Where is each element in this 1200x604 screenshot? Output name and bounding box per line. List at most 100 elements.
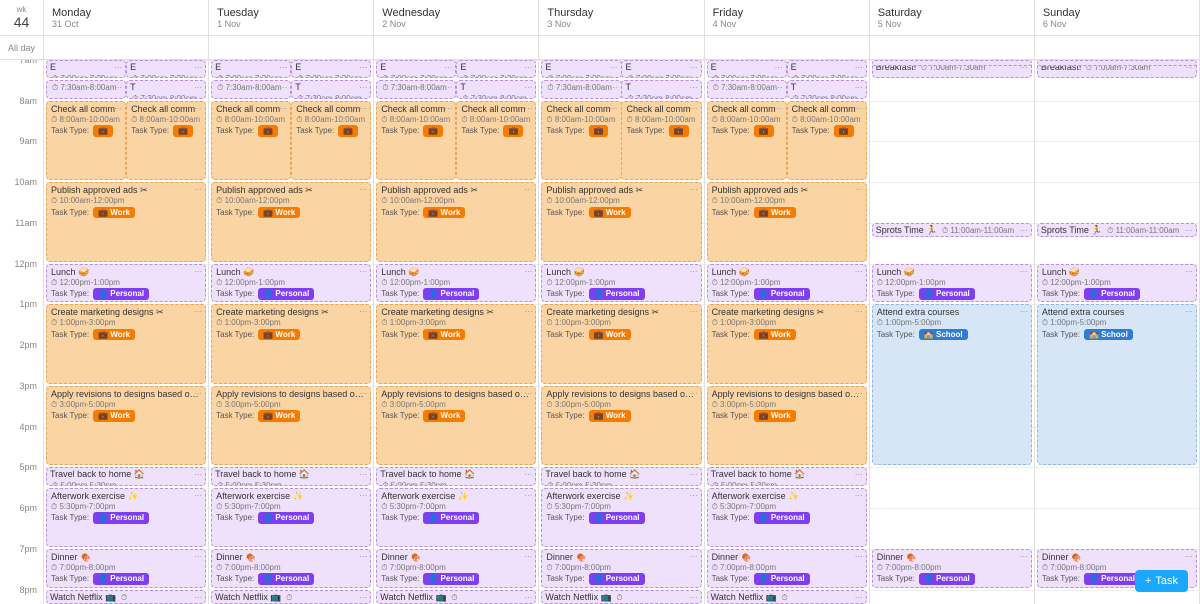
event-menu-icon[interactable]: ⋯ (855, 267, 863, 277)
event-revisions[interactable]: Apply revisions to designs based on f 🍴⏱… (541, 386, 701, 465)
event-revisions[interactable]: Apply revisions to designs based on f 🍴⏱… (211, 386, 371, 465)
event-check-comm[interactable]: Check all comm⏱ 8:00am-10:00amTask Type:… (46, 101, 126, 180)
event-e-right[interactable]: E ⏱ 7:00am-7:30am⋯ (291, 60, 371, 78)
event-menu-icon[interactable]: ⋯ (194, 307, 202, 317)
event-lunch[interactable]: Lunch 🥪⏱ 12:00pm-1:00pmTask Type:👤 Perso… (872, 264, 1032, 303)
event-menu-icon[interactable]: ⋯ (855, 491, 863, 501)
event-netflix[interactable]: Watch Netflix 📺 ⏱ ⋯ (211, 590, 371, 604)
event-e-right[interactable]: E ⏱ 7:00am-7:30am⋯ (621, 60, 701, 78)
event-menu-icon[interactable]: ⋯ (1020, 552, 1028, 562)
event-publish-ads[interactable]: Publish approved ads ✂⏱ 10:00am-12:00pmT… (46, 182, 206, 261)
event-exercise[interactable]: Afterwork exercise ✨⏱ 5:30pm-7:00pmTask … (707, 488, 867, 547)
calendar-grid[interactable]: 7am8am9am10am11am12pm1pm2pm3pm4pm5pm6pm7… (0, 60, 1200, 604)
event-menu-icon[interactable]: ⋯ (194, 389, 202, 399)
event-dinner[interactable]: Dinner 🍖⏱ 7:00pm-8:00pmTask Type:👤 Perso… (376, 549, 536, 588)
event-menu-icon[interactable]: ⋯ (524, 491, 532, 501)
event-menu-icon[interactable]: ⋯ (359, 491, 367, 501)
event-menu-icon[interactable]: ⋯ (1020, 307, 1028, 317)
event-menu-icon[interactable]: ⋯ (359, 389, 367, 399)
event-menu-icon[interactable]: ⋯ (855, 104, 863, 114)
event-sports[interactable]: Sprots Time 🏃 ⏱ 11:00am-11:00am⋯ (872, 223, 1032, 237)
event-t-left[interactable]: ⏱ 7:30am-8:00am⋯ (707, 80, 787, 98)
event-menu-icon[interactable]: ⋯ (690, 83, 698, 93)
event-menu-icon[interactable]: ⋯ (279, 63, 287, 73)
event-menu-icon[interactable]: ⋯ (524, 593, 532, 603)
event-sports[interactable]: Sprots Time 🏃 ⏱ 11:00am-11:00am⋯ (1037, 223, 1197, 237)
event-check-comm[interactable]: Check all comm⏱ 8:00am-10:00amTask Type:… (787, 101, 867, 180)
event-e-right[interactable]: E ⏱ 7:00am-7:30am⋯ (126, 60, 206, 78)
event-t-right[interactable]: T ⏱ 7:30am-8:00am⋯ (787, 80, 867, 98)
event-netflix[interactable]: Watch Netflix 📺 ⏱ ⋯ (376, 590, 536, 604)
event-menu-icon[interactable]: ⋯ (279, 104, 287, 114)
event-lunch[interactable]: Lunch 🥪⏱ 12:00pm-1:00pmTask Type:👤 Perso… (1037, 264, 1197, 303)
event-menu-icon[interactable]: ⋯ (359, 307, 367, 317)
event-marketing[interactable]: Create marketing designs ✂⏱ 1:00pm-3:00p… (211, 304, 371, 383)
event-menu-icon[interactable]: ⋯ (359, 593, 367, 603)
event-travel-home[interactable]: Travel back to home 🏠 ⏱ 5:00pm-5:30pm⋯ (211, 467, 371, 485)
event-menu-icon[interactable]: ⋯ (194, 83, 202, 93)
event-menu-icon[interactable]: ⋯ (855, 389, 863, 399)
event-menu-icon[interactable]: ⋯ (855, 307, 863, 317)
event-menu-icon[interactable]: ⋯ (690, 593, 698, 603)
event-menu-icon[interactable]: ⋯ (524, 307, 532, 317)
event-check-comm[interactable]: Check all comm⏱ 8:00am-10:00amTask Type:… (707, 101, 787, 180)
event-e-right[interactable]: E ⏱ 7:00am-7:30am⋯ (787, 60, 867, 78)
event-lunch[interactable]: Lunch 🥪⏱ 12:00pm-1:00pmTask Type:👤 Perso… (541, 264, 701, 303)
event-marketing[interactable]: Create marketing designs ✂⏱ 1:00pm-3:00p… (46, 304, 206, 383)
event-menu-icon[interactable]: ⋯ (775, 104, 783, 114)
event-exercise[interactable]: Afterwork exercise ✨⏱ 5:30pm-7:00pmTask … (541, 488, 701, 547)
event-menu-icon[interactable]: ⋯ (1185, 267, 1193, 277)
event-check-comm[interactable]: Check all comm⏱ 8:00am-10:00amTask Type:… (456, 101, 536, 180)
event-t-right[interactable]: T ⏱ 7:30am-8:00am⋯ (621, 80, 701, 98)
event-menu-icon[interactable]: ⋯ (855, 470, 863, 480)
day-column[interactable]: E ⏱ 7:00am-7:30am⋯E ⏱ 7:00am-7:30am⋯ ⏱ 7… (209, 60, 374, 604)
event-partial-top[interactable] (1037, 60, 1197, 66)
event-courses[interactable]: Attend extra courses⏱ 1:00pm-5:00pmTask … (1037, 304, 1197, 465)
event-lunch[interactable]: Lunch 🥪⏱ 12:00pm-1:00pmTask Type:👤 Perso… (707, 264, 867, 303)
event-menu-icon[interactable]: ⋯ (690, 307, 698, 317)
event-menu-icon[interactable]: ⋯ (444, 63, 452, 73)
allday-cell[interactable] (1035, 36, 1200, 59)
event-menu-icon[interactable]: ⋯ (194, 552, 202, 562)
allday-cell[interactable] (870, 36, 1035, 59)
event-check-comm[interactable]: Check all comm⏱ 8:00am-10:00amTask Type:… (541, 101, 621, 180)
event-t-left[interactable]: ⏱ 7:30am-8:00am⋯ (376, 80, 456, 98)
event-marketing[interactable]: Create marketing designs ✂⏱ 1:00pm-3:00p… (707, 304, 867, 383)
event-menu-icon[interactable]: ⋯ (775, 63, 783, 73)
day-header[interactable]: Monday31 Oct (44, 0, 209, 35)
day-column[interactable]: E ⏱ 7:00am-7:30am⋯E ⏱ 7:00am-7:30am⋯ ⏱ 7… (44, 60, 209, 604)
allday-cell[interactable] (209, 36, 374, 59)
event-menu-icon[interactable]: ⋯ (524, 267, 532, 277)
event-menu-icon[interactable]: ⋯ (279, 83, 287, 93)
event-revisions[interactable]: Apply revisions to designs based on f 🍴⏱… (707, 386, 867, 465)
event-menu-icon[interactable]: ⋯ (855, 63, 863, 73)
event-menu-icon[interactable]: ⋯ (1020, 226, 1028, 236)
event-menu-icon[interactable]: ⋯ (1185, 226, 1193, 236)
event-e-left[interactable]: E ⏱ 7:00am-7:30am⋯ (541, 60, 621, 78)
event-partial-top[interactable] (872, 60, 1032, 66)
event-menu-icon[interactable]: ⋯ (359, 552, 367, 562)
event-check-comm[interactable]: Check all comm⏱ 8:00am-10:00amTask Type:… (291, 101, 371, 180)
event-marketing[interactable]: Create marketing designs ✂⏱ 1:00pm-3:00p… (376, 304, 536, 383)
event-t-right[interactable]: T ⏱ 7:30am-8:00am⋯ (456, 80, 536, 98)
add-task-button[interactable]: + Task (1135, 570, 1188, 592)
day-column[interactable]: E ⏱ 7:00am-7:30am⋯E ⏱ 7:00am-7:30am⋯ ⏱ 7… (705, 60, 870, 604)
event-menu-icon[interactable]: ⋯ (359, 267, 367, 277)
event-menu-icon[interactable]: ⋯ (194, 491, 202, 501)
event-menu-icon[interactable]: ⋯ (444, 104, 452, 114)
event-menu-icon[interactable]: ⋯ (359, 104, 367, 114)
event-menu-icon[interactable]: ⋯ (855, 83, 863, 93)
event-menu-icon[interactable]: ⋯ (524, 470, 532, 480)
event-netflix[interactable]: Watch Netflix 📺 ⏱ ⋯ (541, 590, 701, 604)
event-lunch[interactable]: Lunch 🥪⏱ 12:00pm-1:00pmTask Type:👤 Perso… (376, 264, 536, 303)
event-menu-icon[interactable]: ⋯ (359, 470, 367, 480)
event-dinner[interactable]: Dinner 🍖⏱ 7:00pm-8:00pmTask Type:👤 Perso… (46, 549, 206, 588)
event-menu-icon[interactable]: ⋯ (1020, 267, 1028, 277)
event-dinner[interactable]: Dinner 🍖⏱ 7:00pm-8:00pmTask Type:👤 Perso… (707, 549, 867, 588)
event-menu-icon[interactable]: ⋯ (690, 552, 698, 562)
event-menu-icon[interactable]: ⋯ (114, 104, 122, 114)
event-publish-ads[interactable]: Publish approved ads ✂⏱ 10:00am-12:00pmT… (376, 182, 536, 261)
event-dinner[interactable]: Dinner 🍖⏱ 7:00pm-8:00pmTask Type:👤 Perso… (211, 549, 371, 588)
event-exercise[interactable]: Afterwork exercise ✨⏱ 5:30pm-7:00pmTask … (211, 488, 371, 547)
event-travel-home[interactable]: Travel back to home 🏠 ⏱ 5:00pm-5:30pm⋯ (376, 467, 536, 485)
